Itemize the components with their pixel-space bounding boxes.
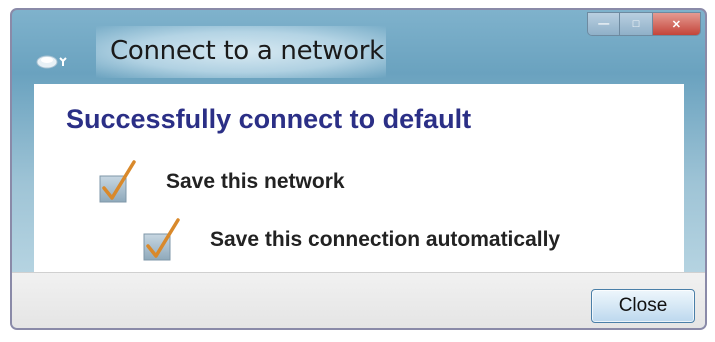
close-button[interactable]: Close xyxy=(591,289,695,323)
window-close-button[interactable]: ✕ xyxy=(652,13,700,35)
title-bar[interactable]: Connect to a network — □ ✕ xyxy=(12,10,705,84)
maximize-button[interactable]: □ xyxy=(620,13,653,35)
auto-connect-label: Save this connection automatically xyxy=(210,228,561,251)
dialog-content: Successfully connect to default Save thi… xyxy=(34,84,684,280)
save-network-option: Save this network xyxy=(98,160,345,204)
minimize-button[interactable]: — xyxy=(588,13,621,35)
dialog-footer: Close xyxy=(12,272,705,328)
save-network-label: Save this network xyxy=(166,170,345,193)
checkbox-checked-icon[interactable] xyxy=(98,160,138,204)
close-icon: ✕ xyxy=(671,18,682,31)
window-title: Connect to a network xyxy=(110,36,384,66)
window-controls: — □ ✕ xyxy=(587,12,701,36)
minimize-icon: — xyxy=(598,18,610,30)
dialog-window: Connect to a network — □ ✕ Successfully … xyxy=(10,8,707,330)
maximize-icon: □ xyxy=(632,18,640,30)
auto-connect-option: Save this connection automatically xyxy=(142,218,560,262)
status-heading: Successfully connect to default xyxy=(66,104,472,134)
network-icon xyxy=(36,50,70,70)
checkbox-checked-icon[interactable] xyxy=(142,218,182,262)
